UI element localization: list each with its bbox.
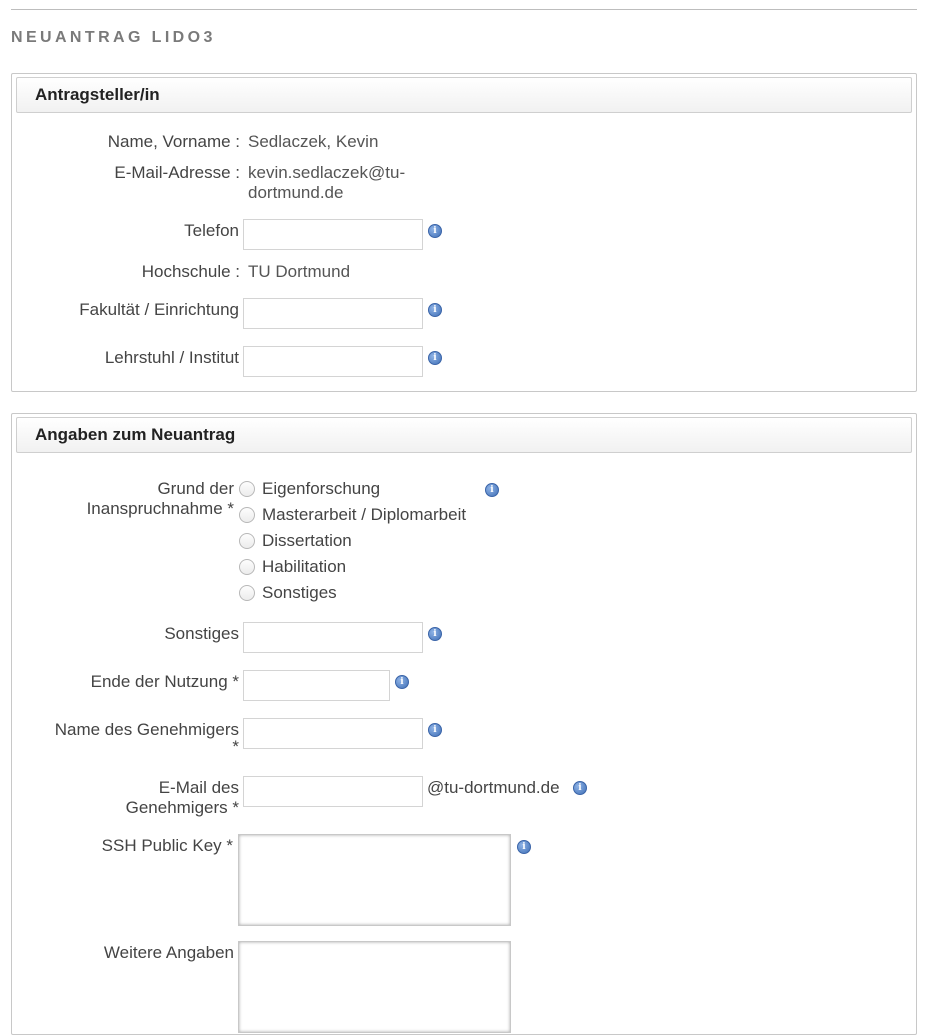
university-value: TU Dortmund xyxy=(248,262,351,281)
phone-field[interactable] xyxy=(243,219,423,250)
applicant-legend: Antragsteller/in xyxy=(16,77,912,113)
other-field[interactable] xyxy=(243,622,423,653)
email-label: E-Mail-Adresse : xyxy=(114,163,240,182)
reason-radio-sonstiges[interactable] xyxy=(239,585,255,601)
faculty-field[interactable] xyxy=(243,298,423,329)
ssh-key-textarea[interactable] xyxy=(238,834,511,926)
reason-radio-habilitation[interactable] xyxy=(239,559,255,575)
request-legend: Angaben zum Neuantrag xyxy=(16,417,912,453)
end-date-label: Ende der Nutzung * xyxy=(90,672,239,691)
reason-label-line1: Grund der xyxy=(157,479,234,498)
approver-name-label-line2: * xyxy=(232,737,239,756)
reason-radio-eigenforschung[interactable] xyxy=(239,481,255,497)
chair-info-icon[interactable]: i xyxy=(428,351,442,365)
page-title: NEUANTRAG LIDO3 xyxy=(11,29,216,46)
applicant-fieldset: Antragsteller/in Name, Vorname : Sedlacz… xyxy=(11,73,917,392)
reason-option-dissertation[interactable]: Dissertation xyxy=(262,531,352,551)
approver-email-info-icon[interactable]: i xyxy=(573,781,587,795)
faculty-label: Fakultät / Einrichtung xyxy=(79,300,239,319)
phone-info-icon[interactable]: i xyxy=(428,224,442,238)
end-date-field[interactable] xyxy=(243,670,390,701)
university-label: Hochschule : xyxy=(141,262,240,281)
reason-option-eigenforschung[interactable]: Eigenforschung xyxy=(262,479,380,499)
reason-option-habilitation[interactable]: Habilitation xyxy=(262,557,346,577)
faculty-info-icon[interactable]: i xyxy=(428,303,442,317)
ssh-key-info-icon[interactable]: i xyxy=(517,840,531,854)
chair-label: Lehrstuhl / Institut xyxy=(104,348,239,367)
approver-email-label-line2: Genehmigers * xyxy=(125,798,239,817)
name-label: Name, Vorname : xyxy=(107,132,240,151)
end-date-info-icon[interactable]: i xyxy=(395,675,409,689)
additional-info-label: Weitere Angaben xyxy=(103,943,234,962)
reason-option-sonstiges[interactable]: Sonstiges xyxy=(262,583,337,603)
reason-label-line2: Inanspruchnahme * xyxy=(86,499,234,518)
email-value-line2: dortmund.de xyxy=(248,183,344,202)
other-label: Sonstiges xyxy=(164,624,239,643)
approver-email-label-line1: E-Mail des xyxy=(158,778,239,797)
additional-info-textarea[interactable] xyxy=(238,941,511,1033)
approver-name-label-line1: Name des Genehmigers xyxy=(54,720,239,739)
reason-radio-dissertation[interactable] xyxy=(239,533,255,549)
approver-email-domain: @tu-dortmund.de xyxy=(427,778,560,797)
reason-option-masterarbeit[interactable]: Masterarbeit / Diplomarbeit xyxy=(262,505,466,525)
request-fieldset: Angaben zum Neuantrag Grund der Inanspru… xyxy=(11,413,917,1035)
chair-field[interactable] xyxy=(243,346,423,377)
other-info-icon[interactable]: i xyxy=(428,627,442,641)
approver-name-field[interactable] xyxy=(243,718,423,749)
name-value: Sedlaczek, Kevin xyxy=(248,132,379,151)
email-value-line1: kevin.sedlaczek@tu- xyxy=(248,163,406,182)
approver-name-info-icon[interactable]: i xyxy=(428,723,442,737)
approver-email-field[interactable] xyxy=(243,776,423,807)
phone-label: Telefon xyxy=(184,221,239,240)
reason-info-icon[interactable]: i xyxy=(485,483,499,497)
reason-radio-masterarbeit[interactable] xyxy=(239,507,255,523)
top-divider xyxy=(11,9,917,10)
ssh-key-label: SSH Public Key * xyxy=(101,836,233,855)
